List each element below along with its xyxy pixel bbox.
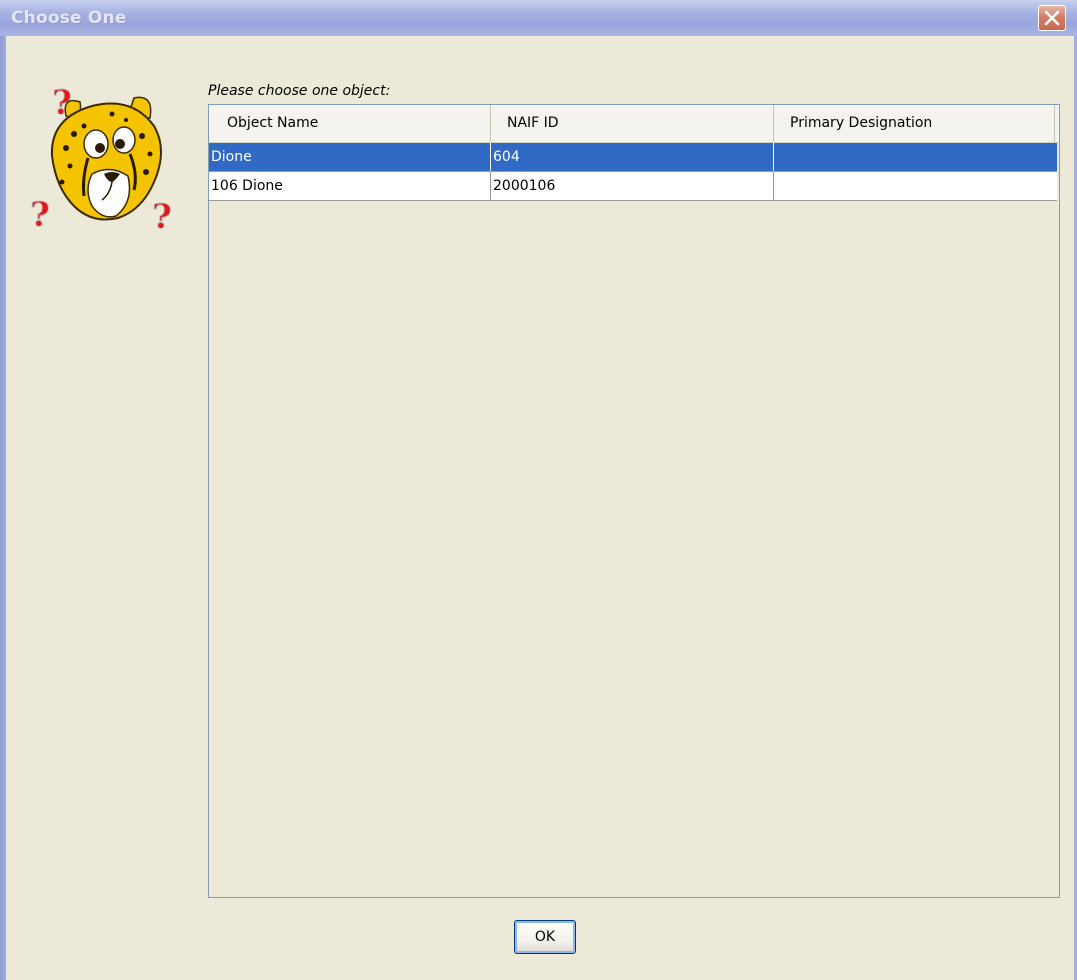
choose-one-dialog: Choose One ? ? ? Please choose one objec… — [0, 0, 1077, 980]
close-x-icon — [1044, 10, 1060, 26]
cell-object-name: Dione — [209, 143, 491, 171]
table-row[interactable]: Dione 604 — [209, 143, 1057, 172]
table-row[interactable]: 106 Dione 2000106 — [209, 172, 1057, 201]
title-bar[interactable]: Choose One — [0, 0, 1077, 36]
cell-primary-designation — [774, 172, 1057, 200]
column-header-primary-designation[interactable]: Primary Designation — [774, 105, 1055, 142]
cell-naif-id: 2000106 — [491, 172, 774, 200]
window-title: Choose One — [11, 8, 127, 28]
object-table[interactable]: Object Name NAIF ID Primary Designation … — [208, 104, 1060, 898]
column-header-object-name[interactable]: Object Name — [209, 105, 491, 142]
cell-primary-designation — [774, 143, 1057, 171]
question-mark-icon: ? — [30, 195, 50, 235]
prompt-label: Please choose one object: — [208, 83, 391, 99]
column-header-naif-id[interactable]: NAIF ID — [491, 105, 774, 142]
window-left-border — [0, 36, 6, 980]
question-mark-icon: ? — [152, 197, 172, 237]
cell-object-name: 106 Dione — [209, 172, 491, 200]
confused-cheetah-icon: ? ? ? — [30, 83, 173, 238]
cell-naif-id: 604 — [491, 143, 774, 171]
table-header: Object Name NAIF ID Primary Designation — [209, 105, 1059, 143]
ok-button[interactable]: OK — [514, 920, 576, 954]
close-button[interactable] — [1038, 5, 1066, 31]
